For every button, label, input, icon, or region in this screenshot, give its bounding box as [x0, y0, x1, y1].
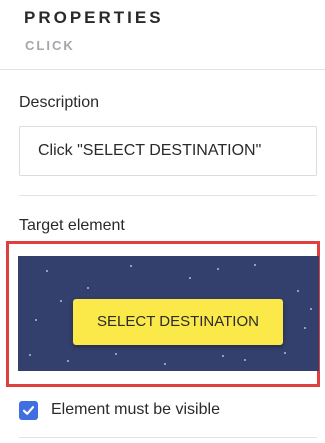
action-type-label: CLICK	[25, 38, 75, 53]
star	[87, 287, 89, 289]
checkmark-icon	[22, 405, 35, 415]
star	[297, 290, 299, 292]
star	[304, 327, 306, 329]
element-visible-label: Element must be visible	[51, 401, 220, 418]
element-visible-option[interactable]: Element must be visible	[19, 398, 220, 422]
star	[310, 308, 312, 310]
target-element-highlight[interactable]: SELECT DESTINATION	[6, 241, 320, 387]
element-visible-checkbox[interactable]	[19, 400, 38, 420]
panel-title: PROPERTIES	[24, 8, 164, 27]
star	[217, 268, 219, 270]
star	[189, 277, 191, 279]
panel-header: PROPERTIES CLICK	[0, 0, 325, 70]
target-element-preview: SELECT DESTINATION	[18, 256, 319, 371]
star	[29, 354, 31, 356]
divider	[19, 195, 317, 196]
divider	[19, 437, 317, 438]
star	[254, 264, 256, 266]
select-destination-button[interactable]: SELECT DESTINATION	[73, 299, 283, 345]
star	[244, 359, 246, 361]
star	[130, 265, 132, 267]
target-element-label: Target element	[19, 217, 125, 234]
properties-panel: PROPERTIES CLICK Description Target elem…	[0, 0, 325, 443]
star	[115, 353, 117, 355]
star	[46, 270, 48, 272]
star	[284, 352, 286, 354]
description-input[interactable]	[19, 126, 317, 176]
star	[60, 300, 62, 302]
star	[164, 363, 166, 365]
star	[67, 360, 69, 362]
star	[222, 355, 224, 357]
star	[35, 319, 37, 321]
description-label: Description	[19, 94, 100, 111]
